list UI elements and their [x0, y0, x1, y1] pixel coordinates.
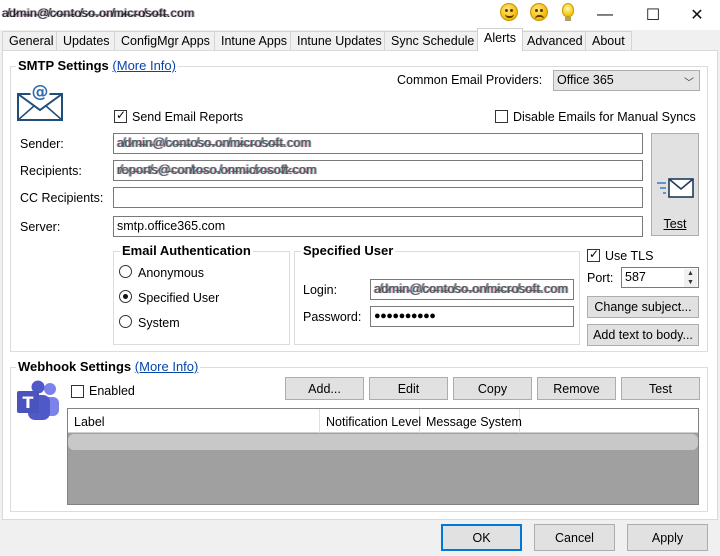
webhook-edit-button[interactable]: Edit — [369, 377, 448, 400]
webhook-enabled-label: Enabled — [89, 384, 135, 398]
webhook-enabled-checkbox[interactable] — [71, 385, 84, 398]
smtp-more-info-link[interactable]: (More Info) — [112, 58, 176, 73]
tab-alerts[interactable]: Alerts — [477, 28, 523, 51]
email-auth-title: Email Authentication — [120, 243, 253, 258]
ok-button[interactable]: OK — [441, 524, 522, 551]
disable-manual-label: Disable Emails for Manual Syncs — [513, 110, 696, 124]
tab-about[interactable]: About — [585, 31, 632, 50]
specified-user-title: Specified User — [301, 243, 396, 258]
port-up-icon[interactable]: ▲ — [684, 269, 697, 278]
webhook-settings-title: Webhook Settings (More Info) — [16, 359, 201, 374]
tab-configmgr-apps[interactable]: ConfigMgr Apps — [114, 31, 217, 50]
teams-icon: T — [17, 380, 59, 420]
close-button[interactable]: ✕ — [674, 0, 720, 30]
apply-button[interactable]: Apply — [627, 524, 708, 551]
webhook-copy-button[interactable]: Copy — [453, 377, 532, 400]
recipients-input[interactable]: r̸e̷p̶o̵r̴t̸s̷@̶c̵o̴n̸t̷o̶s̵o̴.̸o̷n̶m̵i̴… — [113, 160, 643, 181]
add-text-body-button[interactable]: Add text to body... — [587, 324, 699, 346]
password-label: Password: — [303, 310, 362, 324]
port-value: 587 — [625, 270, 646, 284]
tab-intune-updates[interactable]: Intune Updates — [290, 31, 389, 50]
auth-specified-user-radio[interactable] — [119, 290, 132, 303]
password-input[interactable]: ●●●●●●●●●● — [370, 306, 574, 327]
svg-text:T: T — [23, 393, 34, 412]
svg-text:@: @ — [32, 82, 49, 102]
server-label: Server: — [20, 220, 61, 234]
cc-recipients-label: CC Recipients: — [20, 191, 104, 205]
minimize-button[interactable]: — — [582, 0, 628, 30]
webhook-more-info-link[interactable]: (More Info) — [135, 359, 199, 374]
login-input[interactable]: a̸d̷m̶i̵n̴@̸c̷o̶n̵t̴o̸s̷o̶.̵o̴n̸m̷i̶c̵r̴… — [370, 279, 574, 300]
auth-system-label: System — [138, 316, 180, 330]
lightbulb-base — [565, 17, 571, 21]
cancel-button[interactable]: Cancel — [534, 524, 615, 551]
cc-recipients-input[interactable] — [113, 187, 643, 208]
email-providers-value: Office 365 — [557, 73, 614, 87]
recipients-label: Recipients: — [20, 164, 82, 178]
port-down-icon[interactable]: ▼ — [684, 278, 697, 287]
tab-intune-apps[interactable]: Intune Apps — [214, 31, 295, 50]
smile-emoji-icon[interactable] — [500, 3, 518, 21]
column-header-notification-level[interactable]: Notification Level — [320, 409, 421, 433]
email-providers-select[interactable]: Office 365 ﹀ — [553, 70, 700, 91]
sender-label: Sender: — [20, 137, 64, 151]
auth-anonymous-label: Anonymous — [138, 266, 205, 280]
port-label: Port: — [587, 271, 614, 285]
lightbulb-icon[interactable] — [562, 3, 574, 17]
tab-sync-schedule[interactable]: Sync Schedule — [384, 31, 482, 50]
auth-system-radio[interactable] — [119, 315, 132, 328]
sad-emoji-icon[interactable] — [530, 3, 548, 21]
webhook-test-button[interactable]: Test — [621, 377, 700, 400]
server-input[interactable]: smtp.office365.com — [113, 216, 643, 237]
column-header-label[interactable]: Label — [68, 409, 320, 433]
column-header-message-system[interactable]: Message System — [420, 409, 522, 433]
email-at-icon: @ — [17, 81, 63, 121]
login-label: Login: — [303, 283, 338, 297]
tab-updates[interactable]: Updates — [56, 31, 117, 50]
send-reports-checkbox[interactable] — [114, 108, 127, 123]
change-subject-button[interactable]: Change subject... — [587, 296, 699, 318]
use-tls-checkbox[interactable] — [587, 247, 600, 262]
disable-manual-checkbox[interactable] — [495, 110, 508, 123]
table-row[interactable] — [68, 434, 698, 450]
sender-input[interactable]: a̸d̷m̶i̵n̴@̸c̷o̶n̵t̴o̸s̷o̶.̵o̴n̸m̷i̶c̵r̴… — [113, 133, 643, 154]
webhook-grid-header: Label Notification Level Message System — [68, 409, 698, 433]
email-providers-label: Common Email Providers: — [397, 73, 543, 87]
tab-general[interactable]: General — [2, 31, 61, 50]
webhook-add-button[interactable]: Add... — [285, 377, 364, 400]
smtp-settings-title: SMTP Settings (More Info) — [16, 58, 178, 73]
test-email-label: Test — [663, 217, 687, 231]
use-tls-label: Use TLS — [605, 249, 654, 263]
tab-advanced[interactable]: Advanced — [520, 31, 590, 50]
webhook-remove-button[interactable]: Remove — [537, 377, 616, 400]
auth-specified-user-label: Specified User — [138, 291, 220, 305]
auth-anonymous-radio[interactable] — [119, 265, 132, 278]
window-title: a̸d̷m̶i̵n̴@̸c̷o̶n̵t̴o̸s̷o̶.̵o̴n̸m̷i̶c̵r̴… — [2, 6, 195, 20]
chevron-down-icon: ﹀ — [684, 78, 694, 89]
send-reports-label: Send Email Reports — [132, 110, 244, 124]
port-stepper[interactable]: 587 ▲ ▼ — [621, 267, 699, 288]
maximize-button[interactable]: ☐ — [630, 0, 676, 30]
send-email-icon — [657, 178, 694, 198]
test-email-button[interactable]: Test — [651, 133, 699, 236]
